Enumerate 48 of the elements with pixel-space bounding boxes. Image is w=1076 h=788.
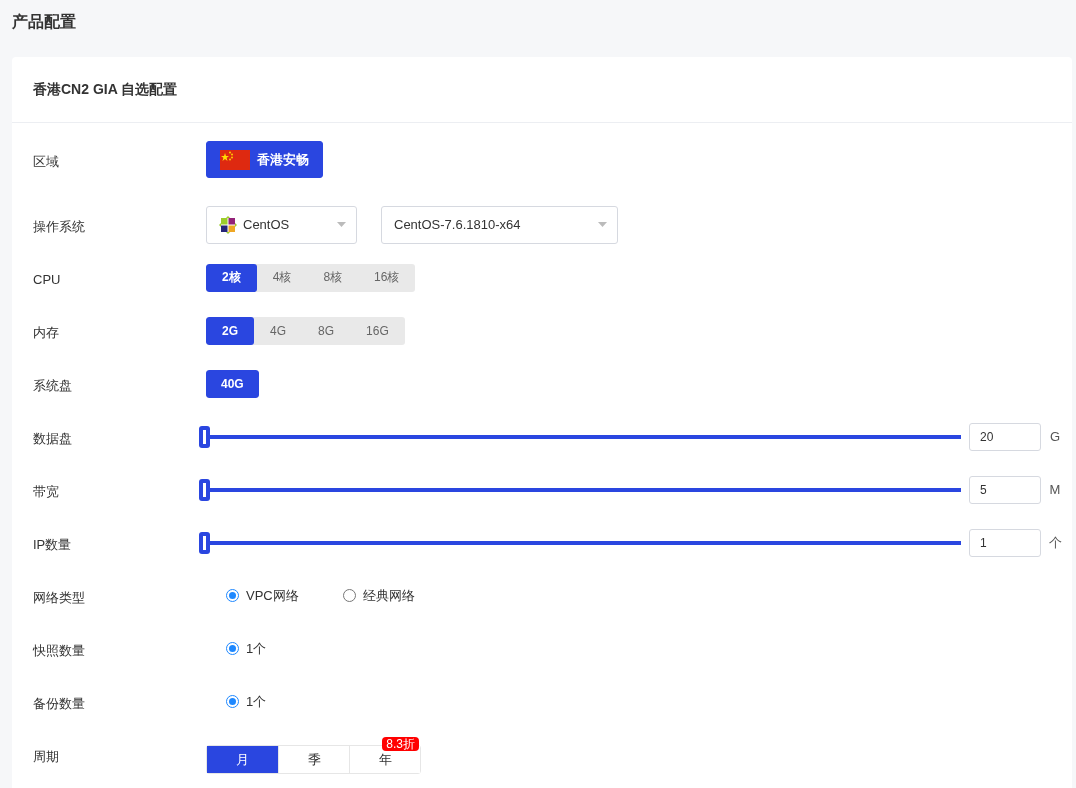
- slider-handle[interactable]: [199, 478, 210, 501]
- option-button[interactable]: 2G: [206, 316, 254, 345]
- region-button[interactable]: 香港安畅: [206, 141, 323, 178]
- number-input[interactable]: 1: [969, 528, 1041, 557]
- unit-label: 个: [1047, 533, 1063, 552]
- option-button[interactable]: 16核: [358, 263, 416, 292]
- field-label: CPU: [33, 272, 61, 287]
- slider-handle[interactable]: [199, 531, 210, 554]
- period-tab[interactable]: 月: [207, 746, 278, 773]
- slider-handle[interactable]: [199, 425, 210, 448]
- select-field[interactable]: CentOS: [206, 205, 357, 244]
- discount-badge: 8.3折: [382, 737, 419, 751]
- slider-track[interactable]: [199, 478, 961, 501]
- field-label: 内存: [33, 323, 59, 342]
- option-button[interactable]: 8G: [302, 316, 351, 345]
- field-label: 系统盘: [33, 376, 72, 395]
- slider-track[interactable]: [199, 425, 961, 448]
- page-title: 产品配置: [12, 12, 76, 32]
- field-label: 区域: [33, 152, 59, 171]
- number-input[interactable]: 5: [969, 475, 1041, 504]
- field-label: 周期: [33, 747, 59, 766]
- card-title: 香港CN2 GIA 自选配置: [33, 80, 178, 99]
- radio-option[interactable]: 1个: [226, 639, 267, 658]
- logo-icon: [219, 215, 237, 234]
- option-button[interactable]: 4核: [256, 263, 308, 292]
- flag-icon: [220, 149, 250, 170]
- field-label: 备份数量: [33, 694, 85, 713]
- field-label: 数据盘: [33, 429, 72, 448]
- caret-icon: [598, 222, 607, 227]
- field-label: 网络类型: [33, 588, 85, 607]
- radio-option[interactable]: VPC网络: [226, 586, 299, 605]
- option-button[interactable]: 40G: [206, 369, 259, 398]
- field-label: 快照数量: [33, 641, 85, 660]
- number-input[interactable]: 20: [969, 422, 1041, 451]
- radio-option[interactable]: 1个: [226, 692, 267, 711]
- option-button[interactable]: 8核: [307, 263, 359, 292]
- unit-label: M: [1048, 482, 1062, 497]
- unit-label: G: [1048, 429, 1062, 444]
- slider-track[interactable]: [199, 531, 961, 554]
- field-label: 带宽: [33, 482, 59, 501]
- option-button[interactable]: 4G: [254, 316, 303, 345]
- caret-icon: [337, 222, 346, 227]
- option-button[interactable]: 2核: [206, 263, 257, 292]
- field-label: IP数量: [33, 535, 72, 554]
- field-label: 操作系统: [33, 217, 85, 236]
- radio-option[interactable]: 经典网络: [342, 586, 415, 605]
- option-button[interactable]: 16G: [350, 316, 405, 345]
- select-field[interactable]: CentOS-7.6.1810-x64: [381, 205, 618, 244]
